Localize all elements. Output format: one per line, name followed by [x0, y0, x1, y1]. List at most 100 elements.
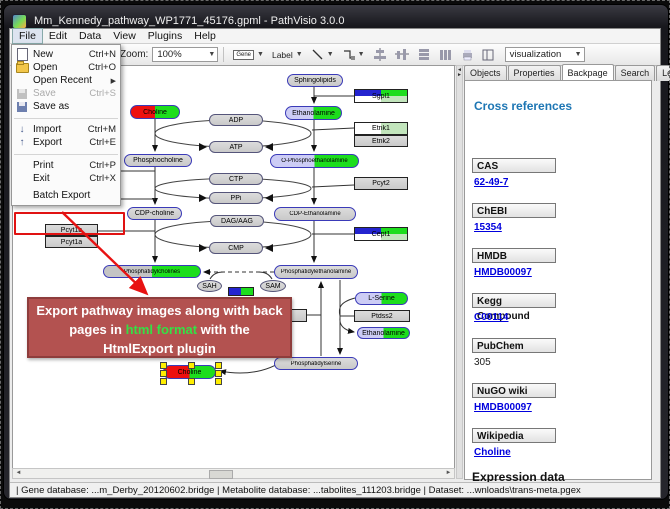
ref-link-cas[interactable]: 62-49-7	[474, 177, 508, 188]
pathway-node-ctp[interactable]: CTP	[209, 173, 263, 185]
tab-objects[interactable]: Objects	[464, 65, 507, 81]
pathway-node-phosphatidylserine[interactable]: Phosphatidylserine	[274, 357, 358, 370]
pathway-node-choline-selected[interactable]: Choline	[163, 365, 216, 379]
chevron-down-icon: ▼	[358, 51, 365, 58]
menu-file[interactable]: File	[12, 28, 43, 44]
print-icon	[461, 49, 474, 61]
pathway-node-etnk2[interactable]: Etnk2	[354, 135, 408, 147]
selection-handle[interactable]	[160, 370, 167, 377]
pathway-node-sphingolipids[interactable]: Sphingolipids	[287, 74, 343, 87]
ref-link-wikipedia[interactable]: Choline	[474, 447, 511, 458]
pathway-node-sgpl1[interactable]: Sgpl1	[354, 89, 408, 103]
scroll-right-icon[interactable]: ►	[444, 470, 453, 477]
stack-horizontal-button[interactable]	[439, 48, 453, 61]
pathway-node-ppi[interactable]: PPi	[209, 192, 263, 204]
pathway-node-pcyt1a[interactable]: Pcyt1a	[45, 236, 98, 248]
visualization-combo[interactable]: visualization▼	[505, 47, 585, 62]
pathway-node-hidden-gene-fragment[interactable]	[291, 309, 307, 322]
zoom-combo[interactable]: 100%▼	[152, 47, 218, 62]
selection-handle[interactable]	[215, 378, 222, 385]
tab-backpage[interactable]: Backpage	[562, 64, 614, 80]
gene-tool[interactable]: Gene ▼	[233, 50, 264, 60]
tab-search[interactable]: Search	[615, 65, 656, 81]
menu-view[interactable]: View	[107, 29, 142, 43]
menu-edit[interactable]: Edit	[43, 29, 73, 43]
connector-tool[interactable]: ▼	[342, 48, 365, 61]
align-middle-button[interactable]	[395, 48, 409, 61]
ref-header-chebi: ChEBI	[472, 203, 556, 218]
scrollbar-thumb[interactable]	[209, 470, 233, 479]
file-menu-item-export[interactable]: ↑ExportCtrl+E	[12, 136, 120, 149]
line-tool[interactable]: ▼	[311, 48, 334, 61]
pathway-node-sah[interactable]: SAH	[197, 280, 222, 292]
pathway-node-phosphocholine[interactable]: Phosphocholine	[124, 154, 192, 167]
pathway-node-phosphatidylcholines[interactable]: Phosphatidylcholines	[103, 265, 201, 278]
pathway-node-pemt-fragment[interactable]	[228, 287, 254, 296]
file-menu-item-open-recent[interactable]: Open Recent▶	[12, 74, 120, 87]
pathway-node-cdp-ethanolamine[interactable]: CDP-Ethanolamine	[274, 207, 356, 221]
file-menu-item-open[interactable]: OpenCtrl+O	[12, 61, 120, 74]
file-menu-item-print[interactable]: PrintCtrl+P	[12, 159, 120, 172]
pathway-node-pcyt2[interactable]: Pcyt2	[354, 177, 408, 190]
selection-handle[interactable]	[160, 362, 167, 369]
align-center-button[interactable]	[373, 48, 387, 61]
save-icon	[17, 89, 27, 99]
print-button[interactable]	[461, 49, 474, 61]
tab-properties[interactable]: Properties	[508, 65, 561, 81]
selection-handle[interactable]	[215, 362, 222, 369]
pathway-node-phosphatidylethanolamine[interactable]: Phosphatidylethanolamine	[274, 265, 358, 279]
ref-value-pubchem: 305	[474, 357, 491, 368]
pathway-node-o-phosphoethanolamine[interactable]: O-Phosphoethanolamine	[270, 154, 359, 168]
stack-vertical-button[interactable]	[417, 48, 431, 61]
pathway-node-dag-aag[interactable]: DAG/AAG	[210, 215, 264, 227]
pathway-node-cept1[interactable]: Cept1	[354, 227, 408, 241]
pathway-node-cdp-choline[interactable]: CDP-choline	[127, 207, 182, 220]
menu-plugins[interactable]: Plugins	[142, 29, 188, 43]
tab-legend[interactable]: Legend	[656, 65, 670, 81]
pathway-node-ethanolamine-bottom[interactable]: Ethanolamine	[357, 327, 410, 339]
ref-link-kegg-compound[interactable]: C00114	[474, 312, 508, 323]
ref-header-pubchem: PubChem	[472, 338, 556, 353]
chevron-down-icon: ▼	[327, 51, 334, 58]
menu-help[interactable]: Help	[188, 29, 222, 43]
splitter-collapse-icon[interactable]: ◄►	[457, 68, 462, 78]
ref-header-cas: CAS	[472, 158, 556, 173]
app-area: FileEditDataViewPluginsHelp Zoom: 100%▼ …	[9, 28, 661, 498]
ref-link-hmdb[interactable]: HMDB00097	[474, 267, 532, 278]
save-as-icon	[17, 102, 27, 112]
label-tool[interactable]: Label ▼	[272, 50, 303, 60]
sidebar-splitter[interactable]: ◄►	[456, 65, 463, 479]
ref-link-chebi[interactable]: 15354	[474, 222, 502, 233]
file-menu-item-new[interactable]: NewCtrl+N	[12, 48, 120, 61]
file-menu-item-save-as[interactable]: Save as	[12, 100, 120, 113]
pathway-node-l-serine[interactable]: L-Serine	[355, 292, 408, 305]
pathway-node-etnk1[interactable]: Etnk1	[354, 122, 408, 135]
menu-separator	[12, 149, 120, 159]
canvas-horizontal-scrollbar[interactable]: ◄ ►	[12, 468, 455, 479]
toolbar-separator	[223, 47, 224, 62]
file-menu-item-batch-export[interactable]: Batch Export	[12, 188, 120, 202]
selection-handle[interactable]	[188, 378, 195, 385]
chevron-down-icon: ▼	[575, 51, 582, 58]
selection-handle[interactable]	[188, 362, 195, 369]
pathway-node-cmp[interactable]: CMP	[209, 242, 263, 254]
pathvisio-app-icon	[12, 14, 27, 29]
scroll-left-icon[interactable]: ◄	[14, 470, 23, 477]
window-title: Mm_Kennedy_pathway_WP1771_45176.gpml - P…	[34, 15, 344, 27]
pathway-node-sam[interactable]: SAM	[260, 280, 286, 292]
ref-header-hmdb: HMDB	[472, 248, 556, 263]
ref-link-nugo-wiki[interactable]: HMDB00097	[474, 402, 532, 413]
menu-data[interactable]: Data	[73, 29, 107, 43]
pathway-node-ethanolamine-top[interactable]: Ethanolamine	[285, 106, 342, 120]
open-folder-icon	[16, 63, 29, 73]
file-menu-item-exit[interactable]: ExitCtrl+X	[12, 172, 120, 185]
pathway-node-ptdss2[interactable]: Ptdss2	[354, 310, 410, 322]
file-menu-item-import[interactable]: ↓ImportCtrl+M	[12, 123, 120, 136]
pathway-node-choline-top[interactable]: Choline	[130, 105, 180, 119]
selection-handle[interactable]	[160, 378, 167, 385]
pathway-node-adp[interactable]: ADP	[209, 114, 263, 126]
side-panel-button[interactable]	[482, 49, 495, 61]
selection-handle[interactable]	[215, 370, 222, 377]
pathway-node-atp[interactable]: ATP	[209, 141, 263, 153]
file-menu-item-save[interactable]: SaveCtrl+S	[12, 87, 120, 100]
